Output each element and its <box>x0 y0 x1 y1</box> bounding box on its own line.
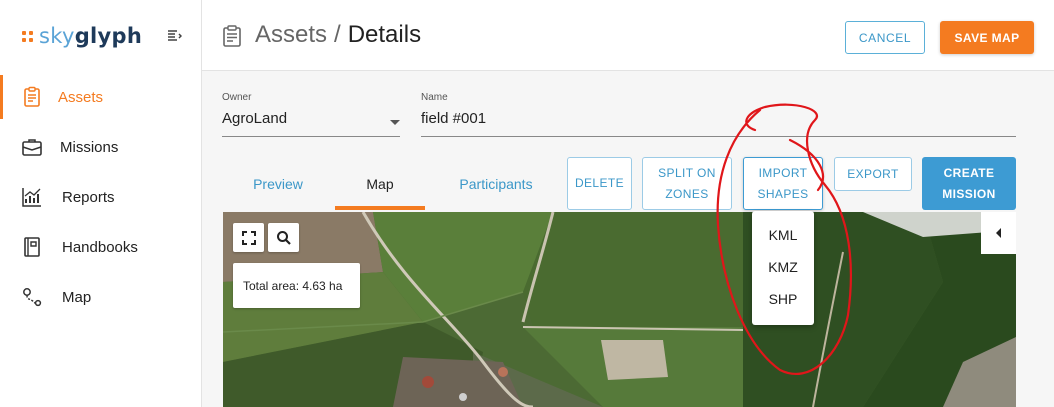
delete-button[interactable]: DELETE <box>567 157 632 210</box>
create-label-line2: MISSION <box>942 186 996 201</box>
name-label: Name <box>421 92 448 103</box>
save-map-button[interactable]: SAVE MAP <box>940 21 1034 54</box>
cancel-button[interactable]: CANCEL <box>845 21 925 54</box>
details-panel: Owner AgroLand Name field #001 Preview M… <box>202 71 1054 407</box>
sidebar-item-label: Map <box>62 288 92 306</box>
clipboard-icon <box>20 85 44 109</box>
name-input[interactable]: Name field #001 <box>421 92 1016 137</box>
sidebar: skyglyph Assets Missions Reports Handboo… <box>0 0 202 407</box>
name-value: field #001 <box>421 110 487 127</box>
sidebar-item-label: Missions <box>60 138 119 156</box>
logo-mark-icon <box>22 30 33 42</box>
logo-sky-text: sky <box>39 24 75 48</box>
import-shapes-menu: KML KMZ SHP <box>752 211 814 325</box>
chart-icon <box>20 185 44 209</box>
split-label-line2: ZONES <box>665 186 709 201</box>
owner-label: Owner <box>222 92 252 103</box>
owner-value: AgroLand <box>222 110 288 127</box>
sidebar-item-label: Handbooks <box>62 238 138 256</box>
import-label-line1: IMPORT <box>758 165 808 180</box>
breadcrumb-parent[interactable]: Assets <box>255 21 327 48</box>
menu-collapse-icon[interactable] <box>166 28 183 44</box>
tab-preview[interactable]: Preview <box>233 157 323 211</box>
page-title: Details <box>347 21 422 48</box>
active-tab-indicator <box>335 206 425 210</box>
tab-participants[interactable]: Participants <box>442 157 550 211</box>
sidebar-item-missions[interactable]: Missions <box>0 122 201 172</box>
route-icon <box>20 285 44 309</box>
breadcrumb: Assets / Details <box>255 21 421 49</box>
sidebar-item-label: Reports <box>62 188 115 206</box>
book-icon <box>20 235 44 259</box>
satellite-imagery <box>223 212 1016 407</box>
split-on-zones-button[interactable]: SPLIT ON ZONES <box>642 157 732 210</box>
name-underline <box>421 136 1016 137</box>
menu-item-kmz[interactable]: KMZ <box>752 251 814 283</box>
app-logo[interactable]: skyglyph <box>22 22 142 50</box>
chevron-left-icon[interactable] <box>981 212 1016 254</box>
sidebar-item-label: Assets <box>58 88 104 106</box>
create-mission-button[interactable]: CREATE MISSION <box>922 157 1016 210</box>
sidebar-item-assets[interactable]: Assets <box>0 72 201 122</box>
logo-wordmark: skyglyph <box>39 24 142 48</box>
breadcrumb-separator: / <box>334 21 341 48</box>
create-label-line1: CREATE <box>943 165 995 180</box>
delete-button-label: DELETE <box>574 176 625 190</box>
logo-glyph-text: glyph <box>74 24 143 48</box>
import-shapes-button[interactable]: IMPORT SHAPES <box>743 157 823 210</box>
split-label-line1: SPLIT ON <box>658 165 716 180</box>
import-label-line2: SHAPES <box>757 186 809 201</box>
sidebar-item-reports[interactable]: Reports <box>0 172 201 222</box>
page-header: Assets / Details CANCEL SAVE MAP <box>202 0 1054 71</box>
total-area-label: Total area: 4.63 ha <box>233 263 360 308</box>
sidebar-nav: Assets Missions Reports Handbooks Map <box>0 72 201 322</box>
search-icon[interactable] <box>268 223 299 252</box>
fullscreen-icon[interactable] <box>233 223 264 252</box>
owner-select[interactable]: Owner AgroLand <box>222 92 400 137</box>
sidebar-item-handbooks[interactable]: Handbooks <box>0 222 201 272</box>
menu-item-shp[interactable]: SHP <box>752 283 814 315</box>
tab-map[interactable]: Map <box>335 157 425 211</box>
chevron-down-icon <box>390 120 400 125</box>
export-button-label: EXPORT <box>847 166 899 181</box>
clipboard-icon <box>223 25 241 47</box>
menu-item-kml[interactable]: KML <box>752 219 814 251</box>
sidebar-item-map[interactable]: Map <box>0 272 201 322</box>
export-button[interactable]: EXPORT <box>834 157 912 191</box>
map-view[interactable]: Total area: 4.63 ha <box>223 212 1016 407</box>
owner-underline <box>222 136 400 137</box>
briefcase-icon <box>20 135 44 159</box>
